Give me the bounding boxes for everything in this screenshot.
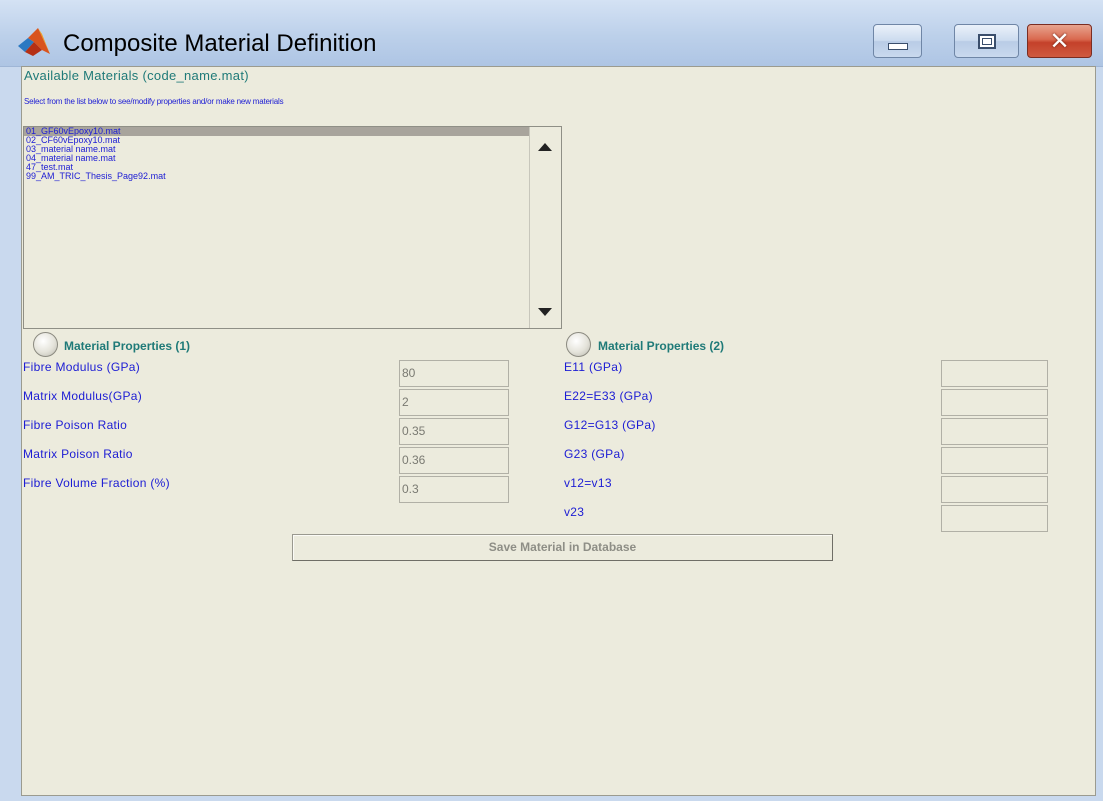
save-material-button[interactable]: Save Material in Database: [292, 534, 833, 561]
v23-field[interactable]: [941, 505, 1048, 532]
maximize-button[interactable]: [954, 24, 1019, 58]
minimize-icon: [887, 42, 908, 50]
close-icon: ✕: [1049, 27, 1070, 55]
fibre-poison-ratio-field[interactable]: 0.35: [399, 418, 509, 445]
material-properties-2-radio[interactable]: [566, 332, 591, 357]
close-button[interactable]: ✕: [1027, 24, 1092, 58]
matrix-poison-ratio-label: Matrix Poison Ratio: [23, 447, 133, 461]
g12-g13-field[interactable]: [941, 418, 1048, 445]
list-item[interactable]: 99_AM_TRIC_Thesis_Page92.mat: [24, 171, 532, 181]
matrix-poison-ratio-field[interactable]: 0.36: [399, 447, 509, 474]
list-item[interactable]: 04_material name.mat: [24, 153, 532, 163]
scroll-up-icon[interactable]: [538, 143, 552, 151]
v12-v13-label: v12=v13: [564, 476, 612, 490]
material-properties-2-title: Material Properties (2): [598, 339, 725, 353]
fibre-volume-fraction-field[interactable]: 0.3: [399, 476, 509, 503]
materials-listbox[interactable]: 01_GF60vEpoxy10.mat 02_CF60vEpoxy10.mat 03…: [23, 126, 562, 329]
g23-field[interactable]: [941, 447, 1048, 474]
materials-list: 01_GF60vEpoxy10.mat 02_CF60vEpoxy10.mat 03…: [24, 126, 532, 181]
title-bar[interactable]: Composite Material Definition ✕: [0, 0, 1103, 67]
scroll-down-icon[interactable]: [538, 308, 552, 316]
fibre-modulus-label: Fibre Modulus (GPa): [23, 360, 141, 374]
e22-e33-label: E22=E33 (GPa): [564, 389, 653, 403]
minimize-button[interactable]: [873, 24, 922, 58]
available-materials-header: Available Materials (code_name.mat): [24, 68, 249, 83]
e11-label: E11 (GPa): [564, 360, 623, 374]
matrix-modulus-label: Matrix Modulus(GPa): [23, 389, 143, 403]
fibre-volume-fraction-label: Fibre Volume Fraction (%): [23, 476, 170, 490]
fibre-poison-ratio-label: Fibre Poison Ratio: [23, 418, 128, 432]
material-properties-1-radio[interactable]: [33, 332, 58, 357]
g23-label: G23 (GPa): [564, 447, 625, 461]
material-properties-1-title: Material Properties (1): [64, 339, 191, 353]
window-title: Composite Material Definition: [63, 30, 377, 57]
v12-v13-field[interactable]: [941, 476, 1048, 503]
g12-g13-label: G12=G13 (GPa): [564, 418, 656, 432]
listbox-scrollbar[interactable]: [529, 127, 561, 328]
fibre-modulus-field[interactable]: 80: [399, 360, 509, 387]
e22-e33-field[interactable]: [941, 389, 1048, 416]
matlab-logo-icon: [16, 26, 52, 58]
maximize-icon: [977, 33, 996, 49]
materials-hint: Select from the list below to see/modify…: [24, 97, 284, 106]
matrix-modulus-field[interactable]: 2: [399, 389, 509, 416]
figure-panel: Available Materials (code_name.mat) Sele…: [21, 66, 1096, 796]
e11-field[interactable]: [941, 360, 1048, 387]
v23-label: v23: [564, 505, 585, 519]
